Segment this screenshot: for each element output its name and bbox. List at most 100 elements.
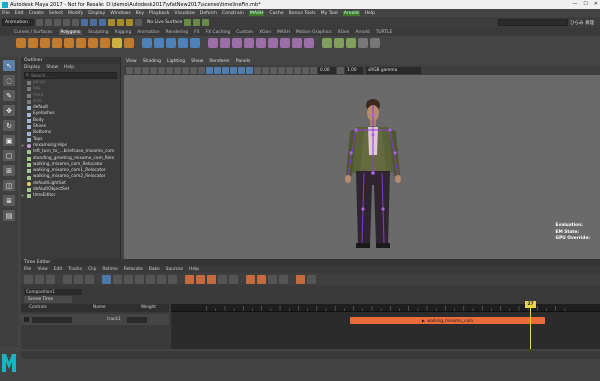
settings-icon[interactable] xyxy=(307,274,316,284)
bridge-icon[interactable] xyxy=(220,38,230,48)
menu-constrain[interactable]: Constrain xyxy=(222,11,244,16)
viewport-menu-lighting[interactable]: Lighting xyxy=(167,59,185,64)
user-account-label[interactable]: ひらみ 真理 xyxy=(570,20,594,26)
poly-cube-icon[interactable] xyxy=(28,38,38,48)
command-line[interactable] xyxy=(21,351,600,359)
poly-plane-icon[interactable] xyxy=(76,38,86,48)
shadows-icon[interactable] xyxy=(246,66,253,74)
menu-select[interactable]: Select xyxy=(49,11,63,16)
rotate-tool-icon[interactable]: ↻ xyxy=(3,120,15,131)
tab-rigging[interactable]: Rigging xyxy=(115,30,132,35)
fill-hole-icon[interactable] xyxy=(244,38,254,48)
relocator-icon[interactable] xyxy=(207,274,216,284)
uv-editor-icon[interactable] xyxy=(346,38,356,48)
smooth-icon[interactable] xyxy=(166,38,176,48)
mash-icon[interactable] xyxy=(358,38,368,48)
perspective-viewport[interactable]: Evaluation: EM State: GPU Override: xyxy=(124,75,600,259)
lasso-tool-icon[interactable]: ◌ xyxy=(3,75,15,86)
scale-clip-icon[interactable] xyxy=(157,274,166,284)
tab-fx[interactable]: FX xyxy=(194,30,200,35)
minimize-button[interactable]: — xyxy=(572,1,577,7)
extrude-icon[interactable] xyxy=(208,38,218,48)
expand-icon[interactable]: + xyxy=(21,143,25,149)
wireframe-icon[interactable] xyxy=(206,66,213,74)
bevel-icon[interactable] xyxy=(232,38,242,48)
te-menu-sources[interactable]: Sources xyxy=(166,267,183,272)
use-all-lights-icon[interactable] xyxy=(238,66,245,74)
select-object-icon[interactable] xyxy=(90,19,97,26)
ipr-render-icon[interactable] xyxy=(193,19,201,26)
exposure-icon[interactable] xyxy=(310,66,317,74)
poly-sphere-icon[interactable] xyxy=(16,38,26,48)
antialiasing-icon[interactable] xyxy=(270,66,277,74)
viewport-menu-renderer[interactable]: Renderer xyxy=(209,59,230,64)
resolution-gate-icon[interactable] xyxy=(174,66,181,74)
maximize-button[interactable]: ☐ xyxy=(583,1,587,7)
track-weight-field[interactable] xyxy=(126,316,147,323)
combine-icon[interactable] xyxy=(142,38,152,48)
mirror-icon[interactable] xyxy=(190,38,200,48)
menu-create[interactable]: Create xyxy=(29,11,44,16)
menu-display[interactable]: Display xyxy=(88,11,105,16)
menu-mash[interactable]: MASH xyxy=(248,10,265,16)
snap-curve-icon[interactable] xyxy=(117,19,124,26)
connect-icon[interactable] xyxy=(292,38,302,48)
bookmark-icon[interactable] xyxy=(142,66,149,74)
menu-my-tool[interactable]: My Tool xyxy=(321,11,338,16)
platonic-solid-icon[interactable] xyxy=(100,38,110,48)
create-clip-icon[interactable] xyxy=(74,274,83,284)
menu-set-dropdown[interactable]: Animation xyxy=(2,19,34,26)
scene-time-tab[interactable]: Scene Time xyxy=(24,296,72,303)
tab-animation[interactable]: Animation xyxy=(137,30,159,35)
gate-mask-icon[interactable] xyxy=(182,66,189,74)
separate-icon[interactable] xyxy=(154,38,164,48)
camera-attributes-icon[interactable] xyxy=(134,66,141,74)
menu-bonus-tools[interactable]: Bonus Tools xyxy=(289,11,316,16)
wireframe-on-shaded-icon[interactable] xyxy=(222,66,229,74)
select-hierarchy-icon[interactable] xyxy=(81,19,88,26)
tab-rendering[interactable]: Rendering xyxy=(166,30,188,35)
menu-help[interactable]: Help xyxy=(365,11,375,16)
planar-mapping-icon[interactable] xyxy=(322,38,332,48)
expand-icon[interactable]: + xyxy=(21,193,25,199)
render-settings-icon[interactable] xyxy=(202,19,210,26)
menu-visualize[interactable]: Visualize xyxy=(175,11,195,16)
outliner-menu-show[interactable]: Show xyxy=(46,65,58,70)
redo-icon[interactable] xyxy=(72,19,79,26)
color-space-dropdown[interactable]: sRGB gamma xyxy=(366,66,421,74)
image-plane-icon[interactable] xyxy=(150,66,157,74)
menu-arnold[interactable]: Arnold xyxy=(342,10,360,16)
smooth-shade-icon[interactable] xyxy=(214,66,221,74)
ungroup-icon[interactable] xyxy=(229,274,238,284)
append-polygon-icon[interactable] xyxy=(256,38,266,48)
isolate-select-icon[interactable] xyxy=(286,66,293,74)
te-menu-edit[interactable]: Edit xyxy=(54,267,63,272)
te-menu-tracks[interactable]: Tracks xyxy=(68,267,82,272)
tab-sculpting[interactable]: Sculpting xyxy=(88,30,109,35)
menu-file[interactable]: File xyxy=(2,11,10,16)
menu-key[interactable]: Key xyxy=(136,11,144,16)
persp-outliner-layout-icon[interactable]: ◫ xyxy=(3,180,15,191)
audio-icon[interactable] xyxy=(85,274,94,284)
poly-torus-icon[interactable] xyxy=(64,38,74,48)
viewport-menu-shading[interactable]: Shading xyxy=(143,59,161,64)
track-mute-checkbox[interactable] xyxy=(24,317,29,322)
undo-icon[interactable] xyxy=(63,19,70,26)
te-menu-clip[interactable]: Clip xyxy=(88,267,96,272)
close-button[interactable]: ✕ xyxy=(594,1,598,7)
te-menu-file[interactable]: File xyxy=(24,267,31,272)
menu-modify[interactable]: Modify xyxy=(68,11,83,16)
mute-icon[interactable] xyxy=(24,274,33,284)
snap-grid-icon[interactable] xyxy=(108,19,115,26)
outliner-item[interactable]: + timeEditor xyxy=(21,193,120,199)
viewport-menu-view[interactable]: View xyxy=(126,59,137,64)
textured-icon[interactable] xyxy=(230,66,237,74)
frame-all-icon[interactable] xyxy=(246,274,255,284)
key-clip-icon[interactable] xyxy=(185,274,194,284)
lock-icon[interactable] xyxy=(46,274,55,284)
playback-range-icon[interactable] xyxy=(296,274,305,284)
poly-cone-icon[interactable] xyxy=(52,38,62,48)
menu-edit[interactable]: Edit xyxy=(15,11,24,16)
add-track-icon[interactable] xyxy=(63,274,72,284)
track-name[interactable]: track1 xyxy=(107,317,121,322)
